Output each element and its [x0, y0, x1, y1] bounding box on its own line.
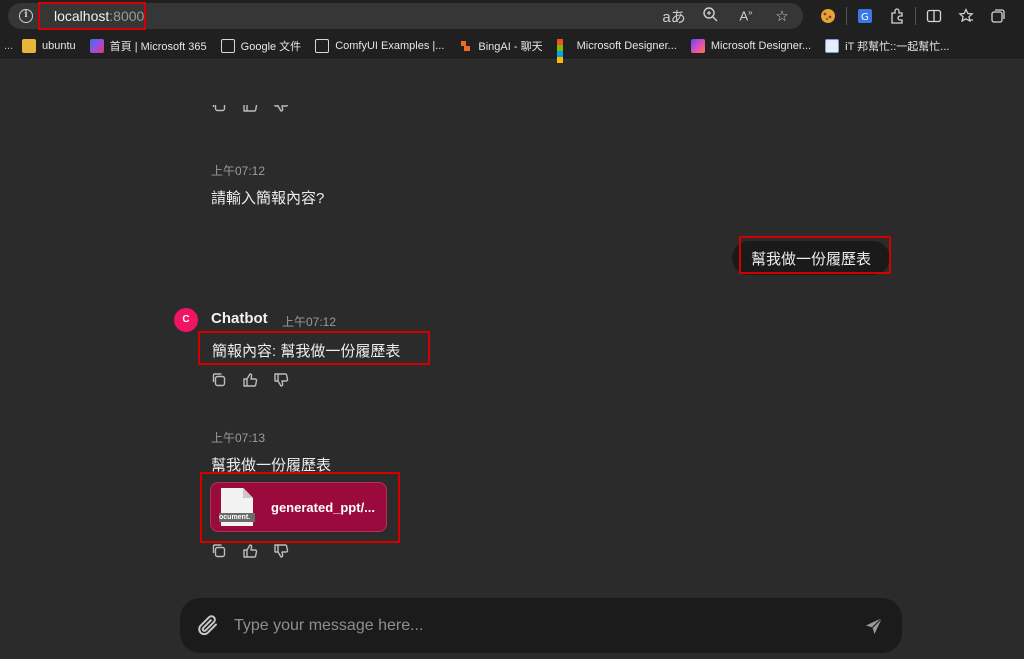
document-icon	[220, 38, 235, 53]
thumbs-up-icon[interactable]	[242, 105, 258, 113]
chat-area: 上午07:12 請輸入簡報內容? 幫我做一份履歷表 C Chatbot 上午07…	[0, 61, 1024, 659]
thumbs-up-icon[interactable]	[242, 543, 258, 559]
split-screen-icon[interactable]	[918, 4, 950, 28]
message-text: 幫我做一份履歷表	[211, 457, 332, 474]
bookmark-label: iT 邦幫忙::一起幫忙...	[845, 40, 950, 53]
avatar: C	[174, 308, 198, 332]
designer-icon	[690, 38, 705, 53]
file-attachment[interactable]: ocument. generated_ppt/...	[210, 482, 387, 532]
thumbs-up-icon[interactable]	[242, 372, 258, 388]
url-port: :8000	[109, 8, 145, 24]
url-host: localhost	[54, 8, 110, 24]
user-message-bubble: 幫我做一份履歷表	[732, 241, 890, 275]
thumbs-down-icon[interactable]	[273, 543, 289, 559]
bookmark-microsoft-designer-2[interactable]: Microsoft Designer...	[690, 38, 812, 53]
paperclip-icon[interactable]	[196, 613, 220, 637]
bookmark-microsoft-designer-1[interactable]: Microsoft Designer...	[556, 38, 677, 63]
send-icon[interactable]	[864, 616, 884, 636]
message-input[interactable]	[234, 612, 834, 640]
message-timestamp: 上午07:12	[211, 164, 266, 178]
extensions-puzzle-icon[interactable]	[881, 4, 913, 28]
message-composer	[180, 598, 902, 653]
ithome-icon	[825, 38, 840, 53]
bookmark-ithome[interactable]: iT 邦幫忙::一起幫忙...	[825, 38, 949, 54]
copy-icon[interactable]	[211, 372, 227, 388]
file-name: generated_ppt/...	[271, 499, 376, 515]
user-message-text: 幫我做一份履歷表	[750, 250, 871, 268]
bookmark-label: ComfyUI Examples |...	[335, 39, 445, 52]
zoom-icon[interactable]	[692, 6, 728, 26]
document-icon	[315, 38, 330, 53]
browser-extensions: G	[812, 4, 1014, 28]
thumbs-down-icon[interactable]	[273, 372, 289, 388]
microsoft365-icon	[89, 38, 104, 53]
microsoft-logo-icon	[556, 38, 571, 63]
copy-icon[interactable]	[211, 543, 227, 559]
document-file-icon: ocument.	[219, 488, 255, 526]
message-actions	[211, 372, 289, 388]
favorites-icon[interactable]	[950, 4, 982, 28]
message-timestamp: 上午07:12	[282, 315, 337, 329]
author-name: Chatbot	[211, 310, 268, 327]
file-icon-label: ocument.	[219, 513, 255, 522]
message-text: 簡報內容: 幫我做一份履歷表	[212, 343, 401, 360]
bookmark-label: BingAI - 聊天	[478, 40, 543, 53]
favorite-star-icon[interactable]: ☆	[764, 7, 800, 25]
bookmark-google-docs[interactable]: Google 文件	[220, 38, 302, 54]
site-info-icon[interactable]: i	[19, 9, 33, 23]
url-text[interactable]: localhost:8000	[54, 4, 144, 28]
address-bar[interactable]: i localhost:8000 aあ A» ☆	[8, 3, 803, 29]
message-timestamp: 上午07:13	[211, 431, 266, 445]
bookmark-label: Microsoft Designer...	[710, 39, 812, 52]
thumbs-down-icon[interactable]	[273, 105, 289, 113]
bookmark-comfyui[interactable]: ComfyUI Examples |...	[315, 38, 445, 53]
bookmarks-overflow[interactable]: ...	[0, 40, 22, 52]
folder-icon	[22, 38, 36, 53]
svg-text:G: G	[861, 12, 869, 23]
bookmark-label: ubuntu	[42, 39, 76, 52]
bookmark-label: Google 文件	[240, 40, 302, 53]
bookmark-label: 首頁 | Microsoft 365	[109, 40, 207, 53]
translate-icon[interactable]: aあ	[656, 6, 692, 27]
bing-icon	[458, 39, 472, 53]
bookmark-label: Microsoft Designer...	[576, 39, 677, 52]
message-text: 請輸入簡報內容?	[211, 190, 325, 207]
extension-translate-icon[interactable]: G	[849, 4, 881, 28]
message-actions-cut	[211, 105, 289, 113]
bookmarks-bar: ... ubuntu 首頁 | Microsoft 365 Google 文件 …	[0, 32, 1024, 63]
collections-icon[interactable]	[982, 4, 1014, 28]
extension-cookie-icon[interactable]	[812, 4, 844, 28]
address-bar-actions: aあ A» ☆	[656, 6, 800, 26]
bookmark-microsoft365[interactable]: 首頁 | Microsoft 365	[89, 38, 207, 54]
read-aloud-icon[interactable]: A»	[728, 8, 764, 23]
message-actions	[211, 543, 289, 559]
bookmark-ubuntu[interactable]: ubuntu	[22, 38, 76, 53]
copy-icon[interactable]	[211, 105, 227, 113]
bookmark-bingai[interactable]: BingAI - 聊天	[458, 38, 543, 54]
browser-toolbar: i localhost:8000 aあ A» ☆ G	[0, 0, 1024, 32]
